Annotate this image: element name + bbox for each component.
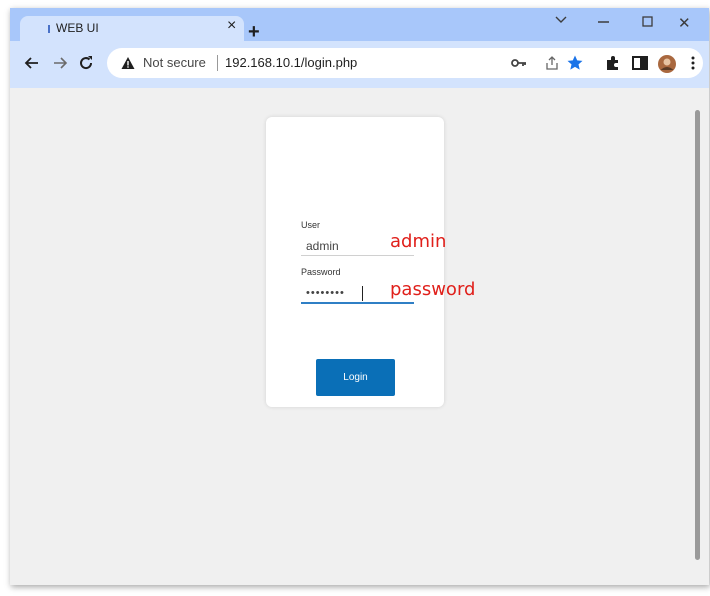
annotation-password: password [390, 279, 476, 300]
profile-avatar-icon[interactable] [657, 54, 676, 73]
browser-toolbar: Not secure 192.168.10.1/login.php [10, 41, 709, 88]
url-text[interactable]: 192.168.10.1/login.php [225, 55, 357, 70]
reload-icon[interactable] [76, 53, 96, 73]
tab-strip: WEB UI × + ✕ [10, 8, 709, 42]
password-key-icon[interactable] [510, 54, 528, 72]
login-button[interactable]: Login [316, 359, 395, 396]
maximize-button[interactable] [638, 14, 664, 34]
user-label: User [301, 220, 321, 230]
share-icon[interactable] [543, 54, 561, 72]
favicon-icon [48, 25, 50, 33]
security-status[interactable]: Not secure [143, 55, 206, 70]
forward-arrow-icon[interactable] [50, 53, 70, 73]
menu-kebab-icon[interactable] [687, 54, 705, 72]
text-cursor [362, 286, 363, 301]
tab-title: WEB UI [56, 21, 99, 35]
login-card: User Password Login [266, 117, 444, 407]
new-tab-button[interactable]: + [248, 22, 260, 42]
address-bar[interactable]: Not secure 192.168.10.1/login.php [107, 48, 703, 78]
tab-search-chevron-icon[interactable] [551, 14, 577, 34]
bookmark-star-icon[interactable] [566, 54, 584, 72]
close-window-button[interactable]: ✕ [678, 14, 704, 34]
extensions-puzzle-icon[interactable] [604, 54, 622, 72]
password-label: Password [301, 267, 341, 277]
warning-triangle-icon[interactable] [121, 56, 135, 70]
address-divider [217, 55, 218, 71]
annotation-user: admin [390, 231, 447, 252]
minimize-button[interactable] [594, 14, 620, 34]
vertical-scrollbar[interactable] [695, 110, 700, 560]
tab-close-button[interactable]: × [227, 17, 236, 35]
browser-tab[interactable]: WEB UI × [20, 16, 244, 41]
side-panel-icon[interactable] [631, 54, 649, 72]
screenshot-frame: WEB UI × + ✕ Not secure 192.168.10.1/log… [10, 8, 709, 585]
page-viewport: User Password Login admin password [10, 88, 709, 585]
back-arrow-icon[interactable] [22, 53, 42, 73]
